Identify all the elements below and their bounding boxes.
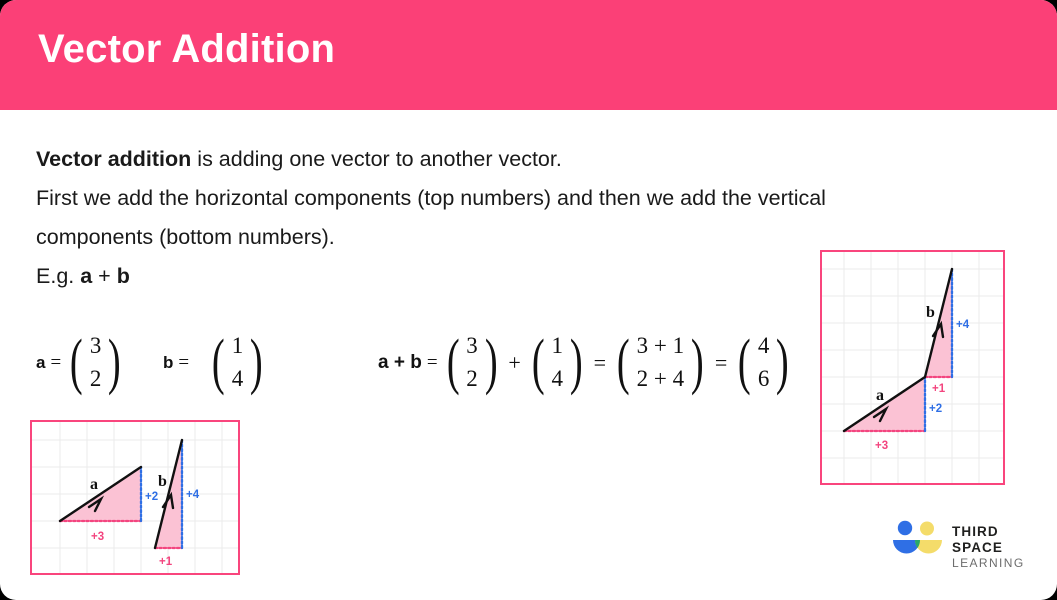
sum-term-3-bottom: 2 + 4	[636, 365, 685, 391]
vector-a-vertical-label: +2	[929, 403, 942, 415]
sum-result-components: 4 6	[755, 330, 773, 395]
vector-b-equals: =	[178, 351, 190, 373]
sum-term-2-top: 1	[551, 333, 563, 358]
logo-head-blue	[897, 520, 913, 536]
diagram-separate-vectors: a +3 +2 b +1 +4	[30, 420, 240, 575]
vector-b-horizontal-label: +1	[159, 556, 173, 568]
sum-term-2-bottom: 4	[551, 365, 563, 391]
vector-b-vertical-label: +4	[956, 319, 970, 331]
sum-term-1-components: 3 2	[463, 330, 481, 395]
vector-b-caption: b	[926, 304, 935, 321]
vector-b-bottom: 4	[231, 365, 244, 391]
left-paren: (	[738, 328, 751, 397]
vector-a-caption: a	[90, 476, 98, 493]
vector-a-equals: =	[50, 351, 62, 373]
right-paren: )	[484, 328, 498, 397]
vector-b-vertical-label: +4	[186, 489, 200, 501]
sum-plus: +	[508, 349, 521, 375]
vector-a-column: ( 3 2 )	[66, 330, 125, 395]
logo-line-2: LEARNING	[952, 555, 1025, 570]
slide-canvas: Vector Addition Vector addition is addin…	[0, 0, 1057, 600]
sum-term-1-top: 3	[466, 333, 478, 358]
vector-a-components: 3 2	[87, 330, 105, 395]
sum-label: a + b	[378, 351, 422, 373]
sum-term-2: ( 1 4 )	[528, 330, 587, 395]
vector-b-top: 1	[231, 333, 244, 358]
eg-plus: +	[92, 264, 117, 288]
sum-equation: a + b = ( 3 2 ) + ( 1 4 ) = ( 3 + 1 2 + …	[378, 330, 793, 395]
vector-a-definition: a = ( 3 2 )	[36, 330, 125, 395]
left-paren: (	[70, 328, 83, 397]
sum-equals-3: =	[714, 349, 728, 375]
paragraph-line-1-rest: is adding one vector to another vector.	[191, 147, 562, 171]
vector-b-horizontal-label: +1	[932, 383, 946, 395]
sum-term-3: ( 3 + 1 2 + 4 )	[613, 330, 708, 395]
vector-b-column: ( 1 4 )	[208, 330, 267, 395]
logo-line-1: THIRD SPACE	[952, 524, 1004, 555]
right-paren: )	[569, 328, 583, 397]
logo-wordmark: THIRD SPACE LEARNING	[952, 524, 1025, 570]
sum-result: ( 4 6 )	[734, 330, 793, 395]
term-vector-addition: Vector addition	[36, 147, 192, 171]
vector-b-components: 1 4	[229, 330, 247, 395]
vector-b-definition: b = ( 1 4 )	[163, 330, 267, 395]
grid	[822, 252, 1003, 483]
sum-term-1: ( 3 2 )	[443, 330, 502, 395]
left-paren: (	[531, 328, 545, 397]
sum-result-top: 4	[757, 333, 770, 358]
vector-a-horizontal-label: +3	[91, 531, 104, 543]
paragraph-line-1: Vector addition is adding one vector to …	[36, 140, 1046, 179]
sum-term-3-top: 3 + 1	[636, 333, 685, 358]
sum-term-1-bottom: 2	[466, 365, 478, 391]
brand-logo: THIRD SPACE LEARNING	[890, 516, 1025, 570]
sum-term-2-components: 1 4	[548, 330, 566, 395]
sum-equals-1: =	[426, 351, 438, 373]
sum-term-3-components: 3 + 1 2 + 4	[634, 330, 687, 395]
vector-a-bottom: 2	[89, 365, 102, 391]
vector-a-top: 3	[89, 333, 102, 358]
eg-vector-a: a	[80, 264, 93, 288]
page-title: Vector Addition	[38, 27, 336, 71]
right-paren: )	[776, 328, 790, 397]
eg-vector-b: b	[116, 264, 130, 288]
sum-result-bottom: 6	[757, 365, 770, 391]
vector-a-horizontal-label: +3	[875, 440, 888, 452]
paragraph-line-2: First we add the horizontal components (…	[36, 186, 826, 210]
diagram-combined-vectors-svg: a +3 +2 b +1 +4	[822, 252, 1003, 483]
slide-header: Vector Addition	[0, 0, 1057, 110]
vector-a-vertical-label: +2	[145, 491, 158, 503]
third-space-learning-mark-icon	[893, 520, 942, 554]
diagram-separate-vectors-svg: a +3 +2 b +1 +4	[32, 422, 238, 573]
diagram-combined-vectors: a +3 +2 b +1 +4	[820, 250, 1005, 485]
vector-b-label: b	[163, 352, 174, 372]
vector-b-caption: b	[158, 473, 167, 490]
left-paren: (	[616, 328, 630, 397]
vector-a-caption: a	[876, 387, 884, 404]
right-paren: )	[691, 328, 704, 397]
right-paren: )	[108, 328, 122, 397]
left-paren: (	[212, 328, 225, 397]
right-paren: )	[250, 328, 263, 397]
left-paren: (	[446, 328, 460, 397]
eg-prefix: E.g.	[36, 264, 81, 288]
logo-head-yellow	[920, 521, 934, 536]
vector-a-label: a	[36, 352, 46, 372]
sum-equals-2: =	[593, 349, 607, 375]
